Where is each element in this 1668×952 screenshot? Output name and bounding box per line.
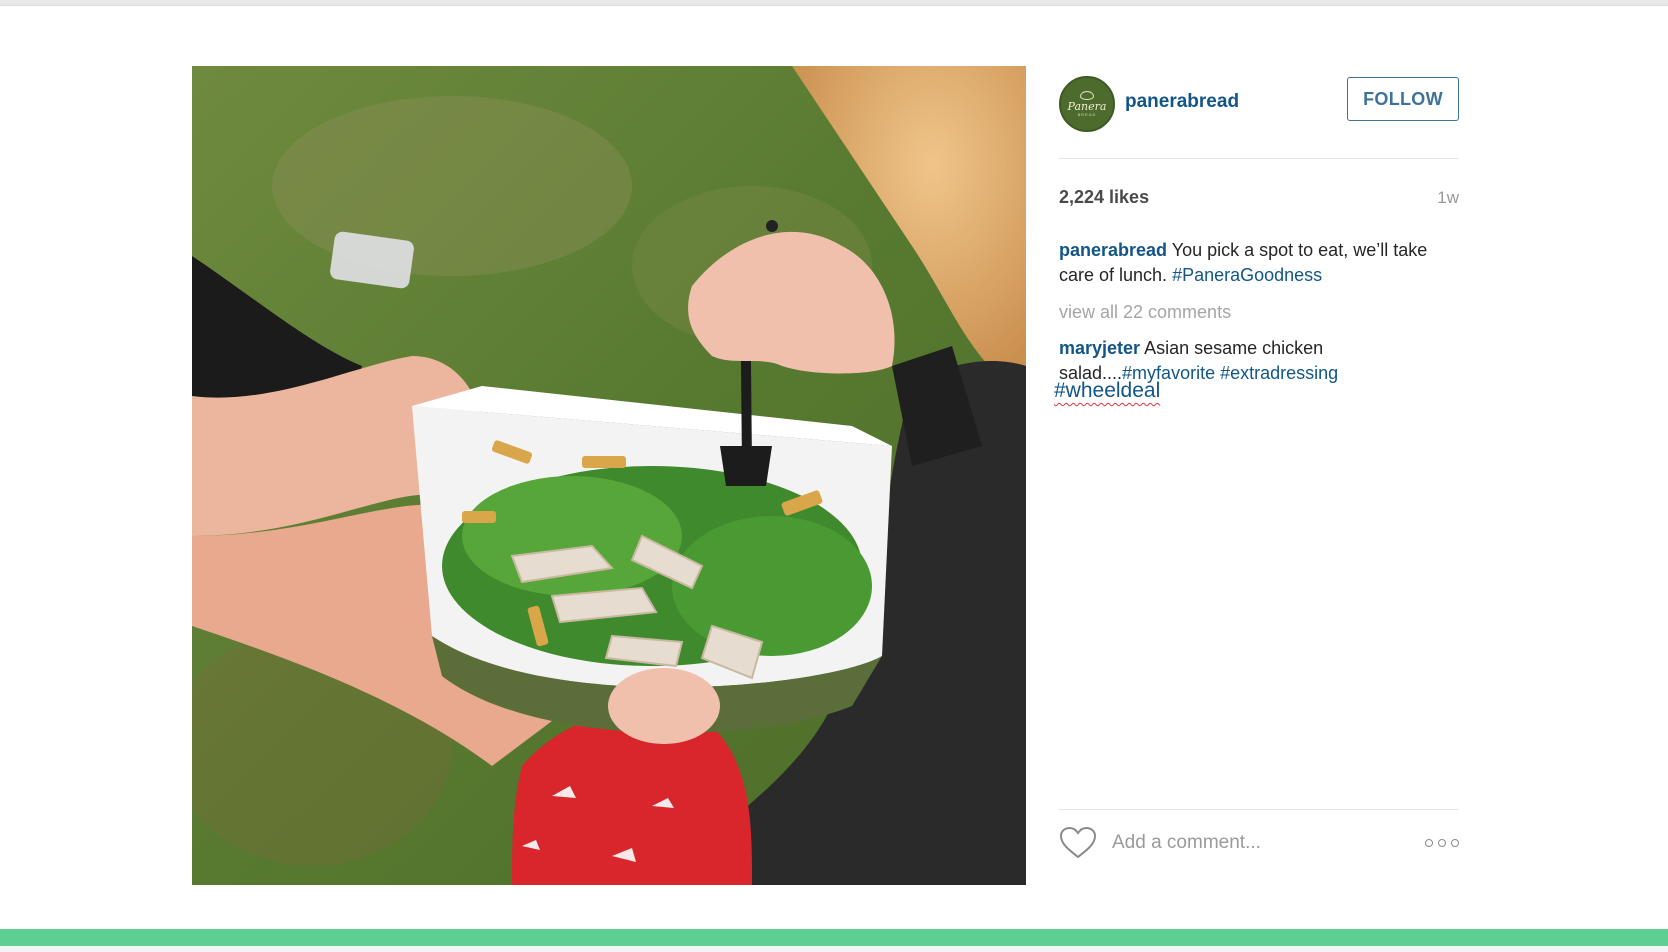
likes-count[interactable]: 2,224 likes — [1059, 187, 1149, 208]
bottom-strip — [0, 946, 1668, 952]
dot-icon — [1451, 839, 1459, 847]
avatar-brand-text: Panera — [1067, 99, 1107, 113]
avatar-brand-subtext: BREAD — [1077, 111, 1097, 117]
post-info-panel: Panera BREAD panerabread FOLLOW 2,224 li… — [1054, 66, 1459, 885]
post-header: Panera BREAD panerabread FOLLOW — [1059, 76, 1459, 132]
header-divider — [1059, 158, 1459, 159]
post-photo — [192, 66, 1026, 885]
dot-icon — [1438, 839, 1446, 847]
hashtag-link[interactable]: #wheeldeal — [1054, 379, 1160, 403]
caption-username-link[interactable]: panerabread — [1059, 240, 1167, 260]
top-rule — [0, 0, 1668, 6]
follow-button[interactable]: FOLLOW — [1347, 77, 1459, 121]
hashtag-link[interactable]: #PaneraGoodness — [1172, 265, 1322, 285]
header-username-link[interactable]: panerabread — [1125, 91, 1239, 113]
view-all-comments-link[interactable]: view all 22 comments — [1059, 302, 1231, 323]
avatar[interactable]: Panera BREAD — [1059, 76, 1115, 132]
heart-icon[interactable] — [1059, 826, 1097, 860]
post-caption: panerabread You pick a spot to eat, we’l… — [1059, 238, 1439, 288]
hashtag-link[interactable]: #extradressing — [1220, 363, 1338, 383]
comment-bar — [1059, 822, 1459, 862]
post-age[interactable]: 1w — [1437, 188, 1459, 208]
comment-username-link[interactable]: maryjeter — [1059, 338, 1140, 358]
more-options-icon[interactable] — [1425, 837, 1459, 849]
panera-leaf-icon — [1080, 90, 1094, 100]
accent-bar — [0, 929, 1668, 946]
add-comment-input[interactable] — [1112, 830, 1412, 856]
dot-icon — [1425, 839, 1433, 847]
footer-divider — [1059, 809, 1459, 810]
